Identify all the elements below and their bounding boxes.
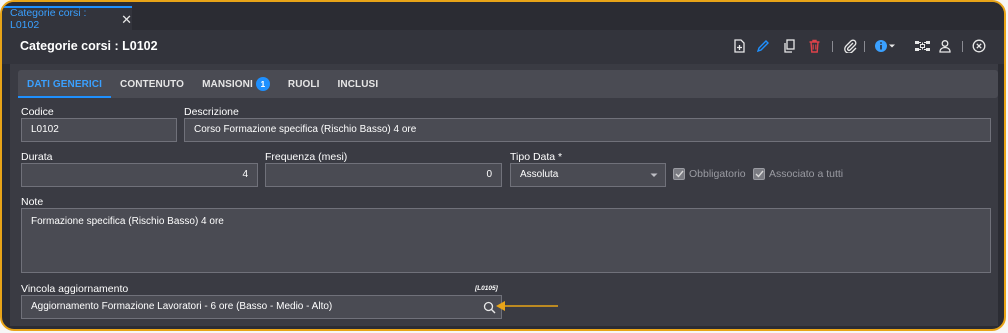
dropdown-caret-icon[interactable] — [887, 38, 897, 54]
tab-dati-generici[interactable]: DATI GENERICI — [18, 70, 112, 98]
obbligatorio-label: Obbligatorio — [689, 168, 746, 180]
toolbar-separator — [962, 41, 963, 52]
note-textarea[interactable]: Formazione specifica (Rischio Basso) 4 o… — [21, 208, 991, 273]
note-label: Note — [21, 196, 44, 208]
toolbar-separator — [864, 41, 865, 52]
form-tab-bar: DATI GENERICI CONTENUTO MANSIONI 1 RUOLI… — [18, 70, 998, 98]
page-header: Categorie corsi : L0102 — [2, 30, 1004, 64]
tab-label: INCLUSI — [337, 78, 379, 90]
checkbox-checked-icon — [673, 168, 685, 180]
document-tab-strip: Categorie corsi : L0102 ✕ — [2, 2, 1004, 31]
associato-label: Associato a tutti — [769, 168, 844, 180]
edit-icon[interactable] — [755, 38, 771, 54]
form-panel: DATI GENERICI CONTENUTO MANSIONI 1 RUOLI… — [10, 64, 998, 326]
tipo-data-label: Tipo Data * — [510, 151, 563, 163]
annotation-arrow-icon — [496, 301, 558, 311]
user-icon[interactable] — [937, 38, 953, 54]
tab-label: RUOLI — [287, 78, 320, 90]
tipo-data-select[interactable]: Assoluta — [510, 163, 666, 187]
tab-contenuto[interactable]: CONTENUTO — [111, 70, 193, 98]
tab-ruoli[interactable]: RUOLI — [279, 70, 329, 98]
vincola-value: Aggiornamento Formazione Lavoratori - 6 … — [31, 301, 333, 312]
tab-inclusi[interactable]: INCLUSI — [329, 70, 388, 98]
document-tab-label: Categorie corsi : L0102 — [10, 7, 87, 31]
close-tab-icon[interactable]: ✕ — [121, 13, 132, 26]
codice-input[interactable]: L0102 — [21, 118, 177, 142]
obbligatorio-checkbox[interactable]: Obbligatorio — [673, 168, 746, 180]
descrizione-input[interactable]: Corso Formazione specifica (Rischio Bass… — [184, 118, 991, 142]
vincola-code: [L0105] — [475, 285, 498, 292]
tipo-data-value: Assoluta — [520, 169, 559, 180]
durata-input[interactable]: 4 — [21, 163, 258, 187]
app-window: Categorie corsi : L0102 ✕ Categorie cors… — [0, 0, 1006, 331]
chevron-down-icon — [650, 173, 658, 177]
tab-mansioni[interactable]: MANSIONI 1 — [193, 70, 279, 98]
close-circle-icon[interactable] — [971, 38, 987, 54]
frequenza-input[interactable]: 0 — [265, 163, 502, 187]
tab-label: CONTENUTO — [120, 78, 185, 90]
document-tab[interactable]: Categorie corsi : L0102 ✕ — [2, 6, 132, 31]
attachment-icon[interactable] — [842, 38, 858, 54]
tab-label: DATI GENERICI — [27, 78, 103, 90]
copy-icon[interactable] — [781, 38, 797, 54]
descrizione-label: Descrizione — [184, 106, 239, 118]
tab-label: MANSIONI — [202, 78, 253, 90]
new-document-icon[interactable] — [731, 38, 747, 54]
toolbar-separator — [832, 41, 833, 52]
durata-label: Durata — [21, 151, 53, 163]
checkbox-checked-icon — [753, 168, 765, 180]
count-badge: 1 — [255, 77, 270, 91]
associato-checkbox[interactable]: Associato a tutti — [753, 168, 843, 180]
codice-label: Codice — [21, 106, 54, 118]
network-icon[interactable] — [913, 38, 931, 54]
page-title: Categorie corsi : L0102 — [20, 39, 158, 53]
vincola-label: Vincola aggiornamento — [21, 283, 129, 295]
vincola-input[interactable]: Aggiornamento Formazione Lavoratori - 6 … — [21, 295, 502, 319]
frequenza-label: Frequenza (mesi) — [265, 151, 348, 163]
delete-icon[interactable] — [806, 38, 822, 54]
